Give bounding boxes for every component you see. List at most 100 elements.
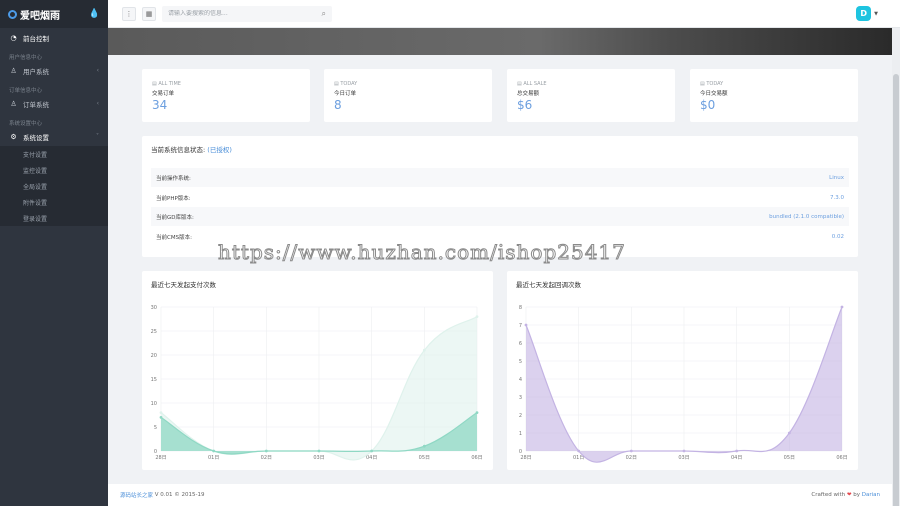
stat-value: 34 xyxy=(152,98,168,112)
user-icon: ♙ xyxy=(10,66,17,75)
data-point xyxy=(475,411,479,414)
stat-card-orders: ▤ ALL TIME 交易订单 34 xyxy=(142,69,310,122)
submenu-item[interactable]: 登录设置 xyxy=(0,210,108,226)
chevron-icon: ‹ xyxy=(96,67,99,74)
search-input[interactable] xyxy=(168,10,322,17)
x-tick-label: 28日 xyxy=(155,455,166,461)
more-vertical-button[interactable]: ⋮ xyxy=(122,6,136,21)
callback-chart-card: 最近七天发起回调次数 0 1 2 3 4 5 6 7 8 28日 01日 02日 03日 04日 05日 06… xyxy=(507,271,858,470)
sidebar-section-heading: 订单信息中心 xyxy=(9,88,43,94)
system-info-title: 当前系统信息状态: (已授权) xyxy=(151,146,232,154)
sidebar-menu: ◔ 前台控制 用户信息中心 ♙ 用户系统 ‹ 订单信息中心 ♙ 订单系统 ‹ 系统设置中心 ⚙ 系统设置… xyxy=(0,28,108,226)
topbar: ⋮ ▦ ⌕ D ▼ xyxy=(108,0,900,28)
stat-label: ▤ TODAY xyxy=(700,81,724,87)
logo-text: 爱吧烟雨 xyxy=(20,10,60,22)
stat-name: 总交易额 xyxy=(517,91,540,97)
y-tick-label: 4 xyxy=(519,377,522,383)
info-row-php: 当前PHP版本: 7.3.0 xyxy=(156,194,844,202)
sidebar-item[interactable]: ♙ 用户系统 ‹ xyxy=(0,61,108,80)
callback-chart: 01234567828日 01日 02日 03日 04日 05日 06日 xyxy=(519,305,848,463)
submenu-item[interactable]: 支付设置 xyxy=(0,146,108,162)
stat-label: ▤ ALL SALE xyxy=(517,81,547,87)
x-tick-label: 04日 xyxy=(731,455,742,461)
stat-name: 交易订单 xyxy=(152,91,175,97)
y-tick-label: 5 xyxy=(519,359,522,365)
search-box: ⌕ xyxy=(162,5,332,22)
data-point xyxy=(212,449,216,453)
stat-card-today-sales: ▤ TODAY 今日交易额 $0 xyxy=(690,69,858,122)
stat-card-today-orders: ▤ TODAY 今日订单 8 xyxy=(324,69,492,122)
y-tick-label: 5 xyxy=(154,425,157,431)
submenu-item[interactable]: 附件设置 xyxy=(0,194,108,210)
y-tick-label: 20 xyxy=(151,353,157,359)
y-tick-label: 30 xyxy=(151,305,157,311)
x-tick-label: 05日 xyxy=(419,455,430,461)
sidebar-item[interactable]: ◔ 前台控制 xyxy=(0,28,108,47)
y-tick-label: 1 xyxy=(519,431,522,437)
chevron-down-icon[interactable]: ▼ xyxy=(874,11,878,17)
data-point xyxy=(159,411,163,414)
x-tick-label: 02日 xyxy=(626,455,637,461)
y-tick-label: 15 xyxy=(151,377,157,383)
heart-icon: ❤ xyxy=(846,492,852,498)
gear-icon: ⚙ xyxy=(10,132,17,141)
x-tick-label: 05日 xyxy=(784,455,795,461)
sidebar-item[interactable]: ⚙ 系统设置 ˅ xyxy=(0,127,108,146)
grid-toggle-button[interactable]: ▦ xyxy=(142,6,156,21)
x-tick-label: 04日 xyxy=(366,455,377,461)
sidebar: 爱吧烟雨 💧 ◔ 前台控制 用户信息中心 ♙ 用户系统 ‹ 订单信息中心 ♙ 订单系统 ‹ 系统设置… xyxy=(0,0,108,506)
watermark: https://www.huzhan.com/ishop25417 xyxy=(218,240,626,265)
chevron-icon: ˅ xyxy=(96,133,99,140)
scrollbar[interactable] xyxy=(892,28,900,506)
auth-status: (已授权) xyxy=(207,146,232,154)
data-point xyxy=(735,449,739,453)
stat-card-total-sales: ▤ ALL SALE 总交易额 $6 xyxy=(507,69,675,122)
user-menu[interactable]: D ▼ xyxy=(856,6,878,21)
footer-author-link[interactable]: Darian xyxy=(862,492,880,498)
data-point xyxy=(422,348,426,352)
y-tick-label: 25 xyxy=(151,329,157,335)
sidebar-item-label: 订单系统 xyxy=(23,100,49,109)
x-tick-label: 06日 xyxy=(471,455,482,461)
speedometer-icon: ◔ xyxy=(10,33,17,42)
data-point xyxy=(475,315,479,318)
data-point xyxy=(422,444,426,448)
drop-icon[interactable]: 💧 xyxy=(89,9,100,19)
y-tick-label: 3 xyxy=(519,395,522,401)
y-tick-label: 8 xyxy=(519,305,522,311)
x-tick-label: 06日 xyxy=(836,455,847,461)
data-point xyxy=(370,449,374,453)
x-tick-label: 02日 xyxy=(261,455,272,461)
stat-value: 8 xyxy=(334,98,342,112)
sidebar-item[interactable]: ♙ 订单系统 ‹ xyxy=(0,94,108,113)
stat-label: ▤ ALL TIME xyxy=(152,81,181,87)
footer: 源码站长之家 V 0.01 © 2015-19 Crafted with ❤ b… xyxy=(108,484,892,506)
data-point xyxy=(682,449,686,453)
logo[interactable]: 爱吧烟雨 💧 xyxy=(0,0,108,28)
y-tick-label: 10 xyxy=(151,401,157,407)
stat-name: 今日交易额 xyxy=(700,91,728,97)
footer-brand-link[interactable]: 源码站长之家 xyxy=(120,491,153,499)
scrollbar-thumb[interactable] xyxy=(893,74,899,506)
stat-value: $6 xyxy=(517,98,533,112)
sidebar-item-label: 前台控制 xyxy=(23,34,49,43)
x-tick-label: 28日 xyxy=(520,455,531,461)
info-row-gd: 当前GD库版本: bundled (2.1.0 compatible) xyxy=(151,207,849,226)
avatar[interactable]: D xyxy=(856,6,872,21)
stat-label: ▤ TODAY xyxy=(334,81,358,87)
x-tick-label: 01日 xyxy=(208,455,219,461)
payment-chart-card: 最近七天发起支付次数 0 5 10 15 20 25 30 28日 01日 02日 03日 04日 05… xyxy=(142,271,493,470)
submenu-item[interactable]: 监控设置 xyxy=(0,162,108,178)
footer-credit: Crafted with ❤ by Darian xyxy=(811,492,880,498)
sidebar-submenu: 支付设置 监控设置 全局设置 附件设置 登录设置 xyxy=(0,146,108,226)
data-point xyxy=(577,449,581,453)
data-point xyxy=(264,449,268,453)
chevron-icon: ‹ xyxy=(96,100,99,107)
payment-chart: 05101520253028日 01日 02日 03日 04日 05日 06日 xyxy=(151,305,483,461)
x-tick-label: 03日 xyxy=(678,455,689,461)
user-icon: ♙ xyxy=(10,99,17,108)
submenu-item[interactable]: 全局设置 xyxy=(0,178,108,194)
sidebar-item-label: 用户系统 xyxy=(23,67,49,76)
search-icon[interactable]: ⌕ xyxy=(322,9,326,19)
data-point xyxy=(159,416,163,419)
